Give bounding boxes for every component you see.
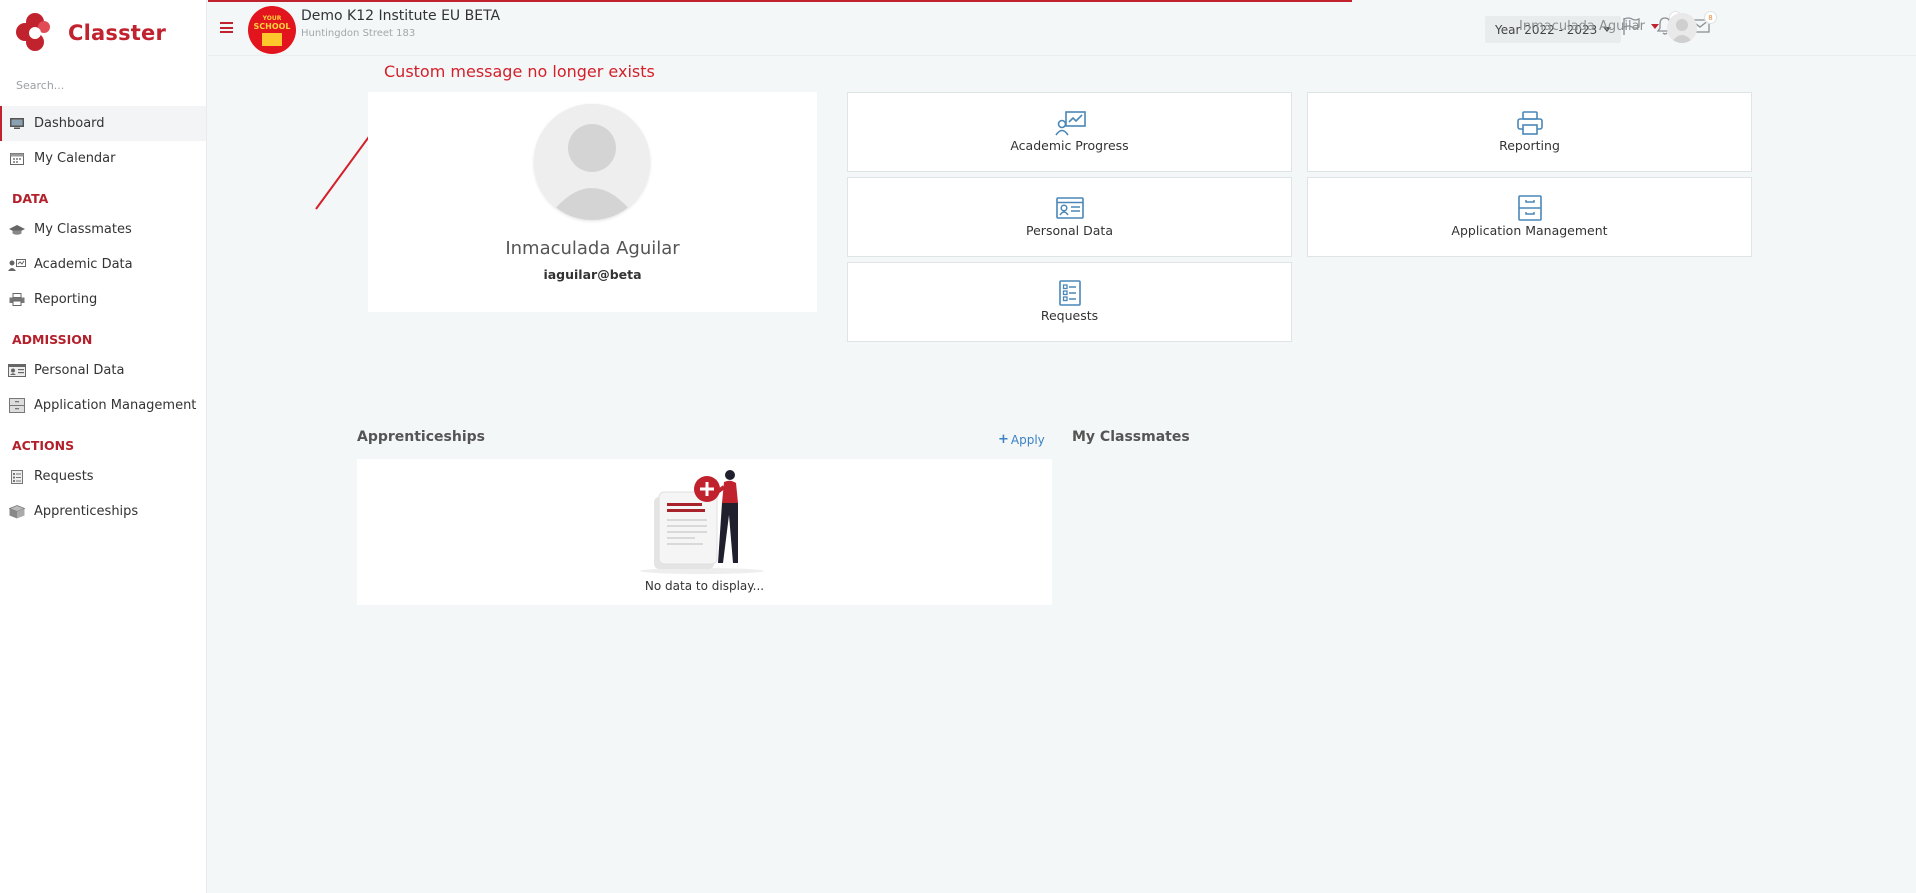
tile-label: Reporting (1499, 138, 1560, 153)
id-card-icon (8, 364, 26, 378)
school-name: Demo K12 Institute EU BETA (301, 8, 501, 24)
profile-card: Inmaculada Aguilar iaguilar@beta (368, 92, 817, 312)
sidebar-item-label: Apprenticeships (34, 504, 139, 519)
profile-avatar[interactable] (534, 104, 650, 220)
profile-name: Inmaculada Aguilar (505, 238, 680, 259)
academic-data-icon (8, 258, 26, 272)
printer-icon (8, 293, 26, 307)
search-placeholder: Search... (16, 78, 65, 92)
apprenticeships-panel: No data to display... (357, 459, 1052, 605)
messages-count-badge: 8 (1704, 11, 1717, 24)
brand[interactable]: Classter (0, 0, 206, 66)
sidebar-item-label: Reporting (34, 292, 98, 307)
printer-icon (1308, 110, 1751, 136)
my-classmates-title: My Classmates (1072, 429, 1190, 445)
annotation-message: Custom message no longer exists (384, 62, 655, 81)
sidebar-item-label: Academic Data (34, 257, 133, 272)
apprenticeships-title: Apprenticeships (357, 429, 485, 445)
tile-requests[interactable]: Requests (847, 262, 1292, 342)
sidebar-item-label: Personal Data (34, 363, 125, 378)
academic-progress-icon (848, 110, 1291, 136)
sidebar-item-label: Requests (34, 469, 94, 484)
user-menu[interactable]: Inmaculada Aguilar (1519, 19, 1659, 34)
school-logo-line1: YOUR (262, 14, 282, 22)
sidebar: Classter Search... Dashboard My Calendar… (0, 0, 207, 893)
tile-label: Requests (1040, 308, 1099, 323)
checklist-icon (848, 280, 1291, 306)
monitor-icon (8, 117, 26, 131)
sidebar-item-my-calendar[interactable]: My Calendar (0, 141, 206, 176)
cabinet-icon (1308, 195, 1751, 221)
sidebar-item-label: Dashboard (34, 116, 105, 131)
graduation-cap-icon (8, 223, 26, 237)
apply-label: Apply (1010, 432, 1045, 447)
sidebar-item-academic-data[interactable]: Academic Data (0, 247, 206, 282)
sidebar-section-admission: ADMISSION (12, 332, 93, 347)
sidebar-search[interactable]: Search... (8, 72, 198, 98)
sidebar-item-dashboard[interactable]: Dashboard (0, 106, 206, 141)
id-card-icon (848, 195, 1291, 221)
classter-logo-icon (16, 13, 56, 53)
sidebar-item-personal-data[interactable]: Personal Data (0, 353, 206, 388)
chevron-down-icon (1650, 24, 1659, 29)
top-accent-line (208, 0, 1352, 2)
school-logo: YOUR SCHOOL (248, 6, 296, 54)
sidebar-item-apprenticeships[interactable]: Apprenticeships (0, 494, 206, 529)
user-name: Inmaculada Aguilar (1519, 19, 1645, 34)
school-building-icon (262, 32, 282, 46)
tile-personal-data[interactable]: Personal Data (847, 177, 1292, 257)
tile-label: Personal Data (1026, 223, 1113, 238)
sidebar-section-actions: ACTIONS (12, 438, 75, 453)
sidebar-section-data: DATA (12, 191, 49, 206)
top-bar: YOUR SCHOOL Demo K12 Institute EU BETA H… (208, 0, 1916, 56)
sidebar-item-requests[interactable]: Requests (0, 459, 206, 494)
box-icon (8, 504, 26, 519)
empty-state-text: No data to display... (644, 579, 765, 593)
tile-label: Application Management (1451, 223, 1608, 238)
profile-login: iaguilar@beta (543, 267, 642, 282)
tile-academic-progress[interactable]: Academic Progress (847, 92, 1292, 172)
tile-label: Academic Progress (1010, 138, 1129, 153)
avatar[interactable] (1667, 13, 1697, 43)
school-logo-line2: SCHOOL (253, 21, 291, 31)
brand-name: Classter (68, 21, 167, 45)
sidebar-item-my-classmates[interactable]: My Classmates (0, 212, 206, 247)
plus-icon: + (998, 432, 1009, 447)
empty-state-illustration-icon (640, 470, 764, 574)
sidebar-item-label: My Calendar (34, 151, 116, 166)
cabinet-icon (8, 398, 26, 413)
hamburger-menu-icon[interactable] (220, 22, 233, 33)
tile-reporting[interactable]: Reporting (1307, 92, 1752, 172)
sidebar-item-reporting[interactable]: Reporting (0, 282, 206, 317)
sidebar-item-label: My Classmates (34, 222, 132, 237)
calendar-icon (8, 152, 26, 166)
school-address: Huntingdon Street 183 (301, 28, 416, 39)
apply-button[interactable]: + Apply (998, 432, 1045, 447)
sidebar-item-label: Application Management (34, 398, 197, 413)
checklist-icon (8, 469, 26, 484)
tile-application-management[interactable]: Application Management (1307, 177, 1752, 257)
sidebar-item-application-management[interactable]: Application Management (0, 388, 206, 423)
